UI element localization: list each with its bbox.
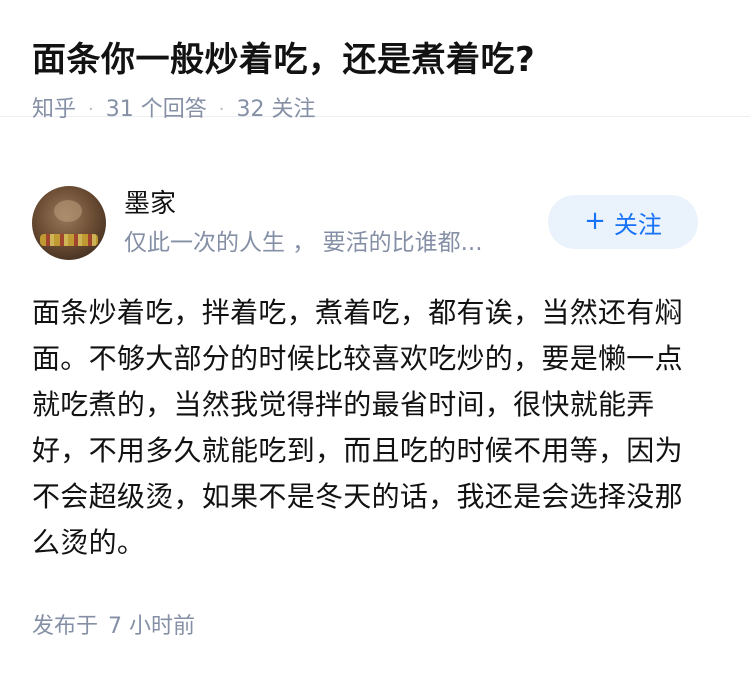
author-bio: 仅此一次的人生 ， 要活的比谁都... xyxy=(124,230,483,256)
follow-label: 关注 xyxy=(613,210,662,239)
plus-icon: + xyxy=(584,206,606,236)
avatar[interactable] xyxy=(32,186,106,260)
question-title[interactable]: 面条你一般炒着吃，还是煮着吃? xyxy=(32,36,718,84)
avatar-pattern xyxy=(40,234,98,246)
source-label[interactable]: 知乎 xyxy=(32,94,76,126)
meta-separator: · xyxy=(218,99,225,120)
answer-count[interactable]: 31 个回答 xyxy=(106,94,207,126)
published-label: 发布于 xyxy=(32,614,99,639)
publish-info: 发布于 7 小时前 xyxy=(32,610,195,644)
answer-body: 面条炒着吃，拌着吃，煮着吃，都有诶，当然还有焖面。不够大部分的时候比较喜欢吃炒的… xyxy=(32,290,704,566)
answer-text: 面条炒着吃，拌着吃，煮着吃，都有诶，当然还有焖面。不够大部分的时候比较喜欢吃炒的… xyxy=(32,296,683,559)
author-name[interactable]: 墨家 xyxy=(124,186,176,222)
published-time: 7 小时前 xyxy=(108,614,196,639)
avatar-highlight xyxy=(54,200,82,222)
question-header: 面条你一般炒着吃，还是煮着吃? 知乎 · 31 个回答 · 32 关注 xyxy=(0,0,750,122)
question-meta: 知乎 · 31 个回答 · 32 关注 xyxy=(32,94,718,126)
meta-separator: · xyxy=(88,99,94,120)
follow-button[interactable]: + 关注 xyxy=(548,195,698,249)
follower-count[interactable]: 32 关注 xyxy=(236,94,315,126)
